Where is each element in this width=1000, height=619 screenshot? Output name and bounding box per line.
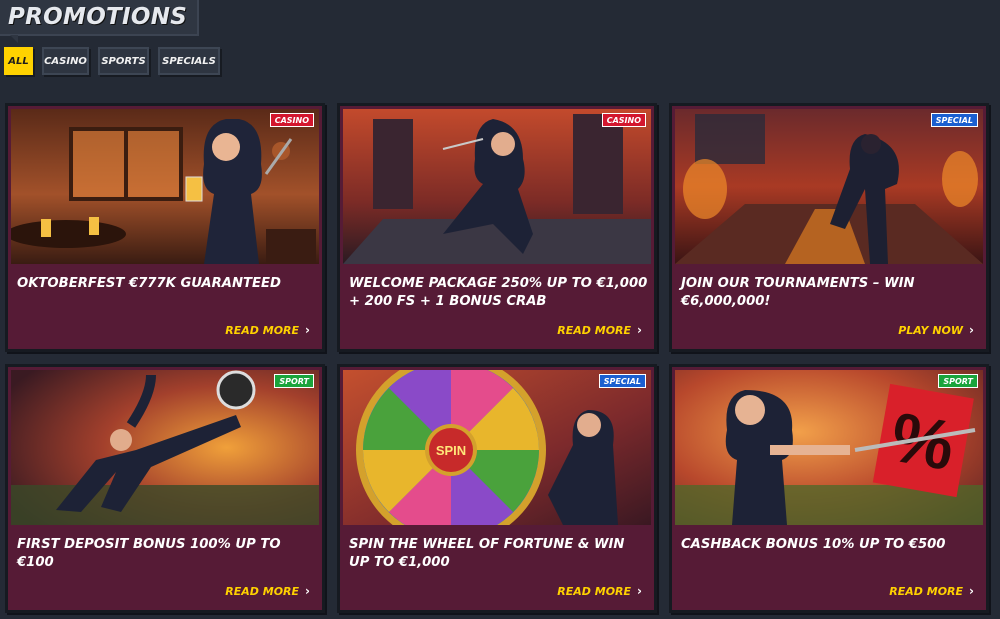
- promo-title: FIRST DEPOSIT BONUS 100% UP TO €100: [17, 537, 281, 570]
- promo-title: CASHBACK BONUS 10% UP TO €500: [681, 537, 946, 552]
- filter-all[interactable]: ALL: [4, 47, 33, 75]
- promo-title: WELCOME PACKAGE 250% UP TO €1,000 + 200 …: [349, 276, 648, 309]
- category-badge: SPORT: [938, 374, 978, 388]
- category-badge: CASINO: [269, 113, 314, 127]
- promo-card-welcome-package[interactable]: CASINO WELCOME PACKAGE 250% UP TO €1,000…: [337, 103, 657, 352]
- promo-title: OKTOBERFEST €777K GUARANTEED: [17, 276, 281, 291]
- read-more-link[interactable]: READ MORE ›: [225, 584, 310, 598]
- chevron-right-icon: ›: [305, 323, 310, 337]
- read-more-link[interactable]: READ MORE ›: [557, 584, 642, 598]
- play-now-link[interactable]: PLAY NOW ›: [898, 323, 974, 337]
- promo-card-first-deposit[interactable]: SPORT FIRST DEPOSIT BONUS 100% UP TO €10…: [5, 364, 325, 613]
- promotions-page: PROMOTIONS ALL CASINO SPORTS SPECIALS CA…: [0, 0, 1000, 619]
- promo-title: JOIN OUR TOURNAMENTS – WIN €6,000,000!: [681, 276, 915, 309]
- promo-image-tournaments: SPECIAL: [675, 109, 983, 264]
- read-more-link[interactable]: READ MORE ›: [225, 323, 310, 337]
- cta-label: READ MORE: [557, 584, 632, 598]
- cta-label: READ MORE: [225, 584, 300, 598]
- cta-label: READ MORE: [889, 584, 964, 598]
- promo-card-oktoberfest[interactable]: CASINO OKTOBERFEST €777K GUARANTEED READ…: [5, 103, 325, 352]
- promo-image-wheel: SPIN SPECIAL: [343, 370, 651, 525]
- read-more-link[interactable]: READ MORE ›: [889, 584, 974, 598]
- chevron-right-icon: ›: [637, 323, 642, 337]
- promo-image-welcome: CASINO: [343, 109, 651, 264]
- spin-label: SPIN: [436, 443, 466, 458]
- filter-tabs: ALL CASINO SPORTS SPECIALS: [4, 47, 220, 75]
- read-more-link[interactable]: READ MORE ›: [557, 323, 642, 337]
- cta-label: READ MORE: [225, 323, 300, 337]
- promo-card-wheel-of-fortune[interactable]: SPIN SPECIAL SPIN THE WHEEL OF FORTUNE &…: [337, 364, 657, 613]
- page-header: PROMOTIONS: [0, 0, 200, 43]
- promo-image-oktoberfest: CASINO: [11, 109, 319, 264]
- category-badge: SPECIAL: [598, 374, 646, 388]
- category-badge: CASINO: [601, 113, 646, 127]
- filter-sports[interactable]: SPORTS: [98, 47, 149, 75]
- page-title: PROMOTIONS: [8, 4, 188, 30]
- cta-label: PLAY NOW: [898, 323, 964, 337]
- filter-specials[interactable]: SPECIALS: [158, 47, 220, 75]
- chevron-right-icon: ›: [305, 584, 310, 598]
- promo-card-tournaments[interactable]: SPECIAL JOIN OUR TOURNAMENTS – WIN €6,00…: [669, 103, 989, 352]
- promo-card-cashback[interactable]: % SPORT CASHBACK BONUS 10% UP TO €500 RE…: [669, 364, 989, 613]
- chevron-right-icon: ›: [969, 584, 974, 598]
- cta-label: READ MORE: [557, 323, 632, 337]
- category-badge: SPORT: [274, 374, 314, 388]
- category-badge: SPECIAL: [930, 113, 978, 127]
- chevron-right-icon: ›: [969, 323, 974, 337]
- promo-title: SPIN THE WHEEL OF FORTUNE & WIN UP TO €1…: [349, 537, 625, 570]
- promo-image-first-deposit: SPORT: [11, 370, 319, 525]
- filter-casino[interactable]: CASINO: [42, 47, 89, 75]
- chevron-right-icon: ›: [637, 584, 642, 598]
- promo-image-cashback: % SPORT: [675, 370, 983, 525]
